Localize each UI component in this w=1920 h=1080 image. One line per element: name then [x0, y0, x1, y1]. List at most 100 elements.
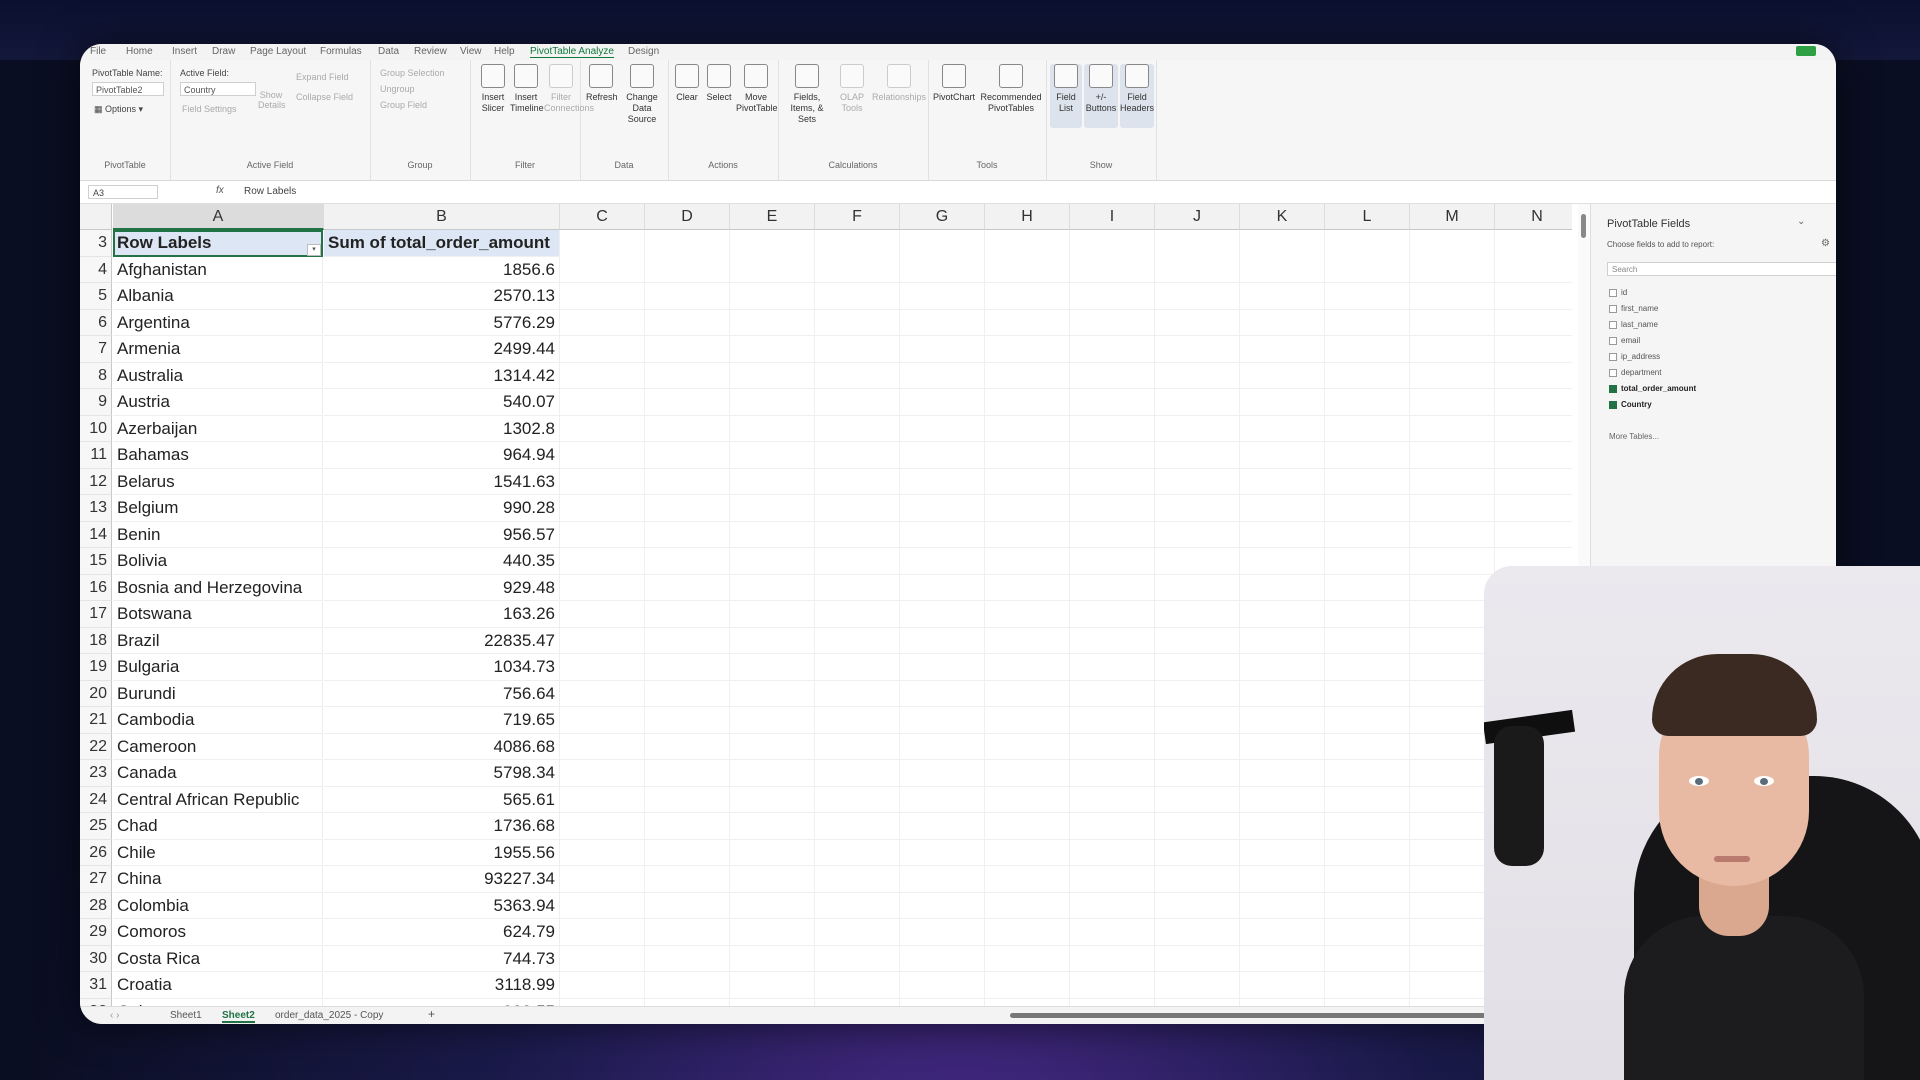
ungroup-button[interactable]: Ungroup	[380, 84, 415, 94]
amount-cell[interactable]: 5798.34	[324, 760, 560, 787]
country-cell[interactable]: Bahamas	[113, 442, 323, 469]
olap-tools-button[interactable]: OLAP Tools	[834, 64, 870, 114]
tab-design[interactable]: Design	[628, 46, 659, 57]
field-item-department[interactable]: department	[1609, 368, 1661, 377]
row-header[interactable]: 5	[80, 283, 112, 310]
insert-timeline-button[interactable]: Insert Timeline	[510, 64, 544, 114]
country-cell[interactable]: Afghanistan	[113, 256, 323, 283]
row-header[interactable]: 9	[80, 389, 112, 416]
column-header-g[interactable]: G	[900, 204, 985, 230]
column-header-n[interactable]: N	[1495, 204, 1572, 230]
row-header[interactable]: 11	[80, 442, 112, 469]
field-checkbox[interactable]	[1609, 400, 1617, 409]
row-header[interactable]: 17	[80, 601, 112, 628]
field-checkbox[interactable]	[1609, 336, 1617, 345]
tab-help[interactable]: Help	[494, 46, 515, 57]
column-header-m[interactable]: M	[1410, 204, 1495, 230]
country-cell[interactable]: Burundi	[113, 680, 323, 707]
row-header[interactable]: 26	[80, 839, 112, 866]
row-header[interactable]: 18	[80, 627, 112, 654]
country-cell[interactable]: Bosnia and Herzegovina	[113, 574, 323, 601]
chevron-down-icon[interactable]: ⌄	[1797, 216, 1805, 227]
name-box[interactable]: A3	[88, 185, 158, 199]
country-cell[interactable]: Belgium	[113, 495, 323, 522]
more-tables-link[interactable]: More Tables...	[1609, 432, 1659, 441]
tab-file[interactable]: File	[90, 46, 106, 57]
tab-draw[interactable]: Draw	[212, 46, 235, 57]
row-header[interactable]: 4	[80, 256, 112, 283]
formula-input[interactable]: Row Labels	[244, 186, 296, 197]
scroll-thumb[interactable]	[1581, 214, 1586, 238]
amount-cell[interactable]: 1955.56	[324, 839, 560, 866]
country-cell[interactable]: Austria	[113, 389, 323, 416]
filter-connections-button[interactable]: Filter Connections	[544, 64, 594, 114]
row-header[interactable]: 30	[80, 945, 112, 972]
column-header-k[interactable]: K	[1240, 204, 1325, 230]
amount-cell[interactable]: 93227.34	[324, 866, 560, 893]
column-header-e[interactable]: E	[730, 204, 815, 230]
country-cell[interactable]: Azerbaijan	[113, 415, 323, 442]
amount-cell[interactable]: 1314.42	[324, 362, 560, 389]
row-header[interactable]: 23	[80, 760, 112, 787]
field-settings-button[interactable]: Field Settings	[182, 104, 237, 114]
amount-cell[interactable]: 22835.47	[324, 627, 560, 654]
tab-insert[interactable]: Insert	[172, 46, 197, 57]
sum-header-cell[interactable]: Sum of total_order_amount	[324, 230, 560, 257]
country-cell[interactable]: Croatia	[113, 972, 323, 999]
field-checkbox[interactable]	[1609, 352, 1617, 361]
amount-cell[interactable]: 964.94	[324, 442, 560, 469]
row-labels-header-cell[interactable]: Row Labels	[113, 230, 323, 257]
row-header[interactable]: 19	[80, 654, 112, 681]
insert-slicer-button[interactable]: Insert Slicer	[478, 64, 508, 114]
row-header[interactable]: 25	[80, 813, 112, 840]
amount-cell[interactable]: 990.28	[324, 495, 560, 522]
country-cell[interactable]: Bolivia	[113, 548, 323, 575]
amount-cell[interactable]: 2499.44	[324, 336, 560, 363]
sheet-tab-order-data-copy[interactable]: order_data_2025 - Copy	[275, 1010, 383, 1021]
add-sheet-button[interactable]: +	[428, 1007, 435, 1021]
row-header[interactable]: 20	[80, 680, 112, 707]
amount-cell[interactable]: 1302.8	[324, 415, 560, 442]
field-item-last-name[interactable]: last_name	[1609, 320, 1658, 329]
fields-items-sets-button[interactable]: Fields, Items, & Sets	[782, 64, 832, 125]
row-header[interactable]: 6	[80, 309, 112, 336]
refresh-button[interactable]: Refresh	[586, 64, 618, 103]
expand-field-button[interactable]: Expand Field	[296, 72, 349, 82]
country-cell[interactable]: Chad	[113, 813, 323, 840]
filter-dropdown-icon[interactable]: ▾	[307, 244, 321, 256]
column-header-a[interactable]: A	[113, 204, 324, 230]
show-details-button[interactable]: Show Details	[258, 90, 286, 110]
tab-view[interactable]: View	[460, 46, 482, 57]
row-header[interactable]: 24	[80, 786, 112, 813]
country-cell[interactable]: Bulgaria	[113, 654, 323, 681]
country-cell[interactable]: Albania	[113, 283, 323, 310]
country-cell[interactable]: Botswana	[113, 601, 323, 628]
sheet-tab-sheet2[interactable]: Sheet2	[222, 1010, 255, 1023]
amount-cell[interactable]: 540.07	[324, 389, 560, 416]
group-field-button[interactable]: Group Field	[380, 100, 427, 110]
country-cell[interactable]: Central African Republic	[113, 786, 323, 813]
gear-icon[interactable]: ⚙	[1821, 238, 1830, 249]
select-button[interactable]: Select	[704, 64, 734, 103]
field-item-country[interactable]: Country	[1609, 400, 1652, 409]
row-header[interactable]: 22	[80, 733, 112, 760]
row-header[interactable]: 15	[80, 548, 112, 575]
amount-cell[interactable]: 5776.29	[324, 309, 560, 336]
column-header-h[interactable]: H	[985, 204, 1070, 230]
amount-cell[interactable]: 1034.73	[324, 654, 560, 681]
column-header-l[interactable]: L	[1325, 204, 1410, 230]
country-cell[interactable]: Brazil	[113, 627, 323, 654]
country-cell[interactable]: Benin	[113, 521, 323, 548]
row-header[interactable]: 29	[80, 919, 112, 946]
sheet-tab-sheet1[interactable]: Sheet1	[170, 1010, 202, 1021]
tab-formulas[interactable]: Formulas	[320, 46, 362, 57]
column-header-j[interactable]: J	[1155, 204, 1240, 230]
amount-cell[interactable]: 719.65	[324, 707, 560, 734]
field-item-id[interactable]: id	[1609, 288, 1627, 297]
country-cell[interactable]: China	[113, 866, 323, 893]
pivottable-name-input[interactable]: PivotTable2	[92, 82, 164, 96]
field-checkbox[interactable]	[1609, 368, 1617, 377]
tab-pivottable-analyze[interactable]: PivotTable Analyze	[530, 46, 614, 58]
relationships-button[interactable]: Relationships	[872, 64, 926, 103]
amount-cell[interactable]: 744.73	[324, 945, 560, 972]
